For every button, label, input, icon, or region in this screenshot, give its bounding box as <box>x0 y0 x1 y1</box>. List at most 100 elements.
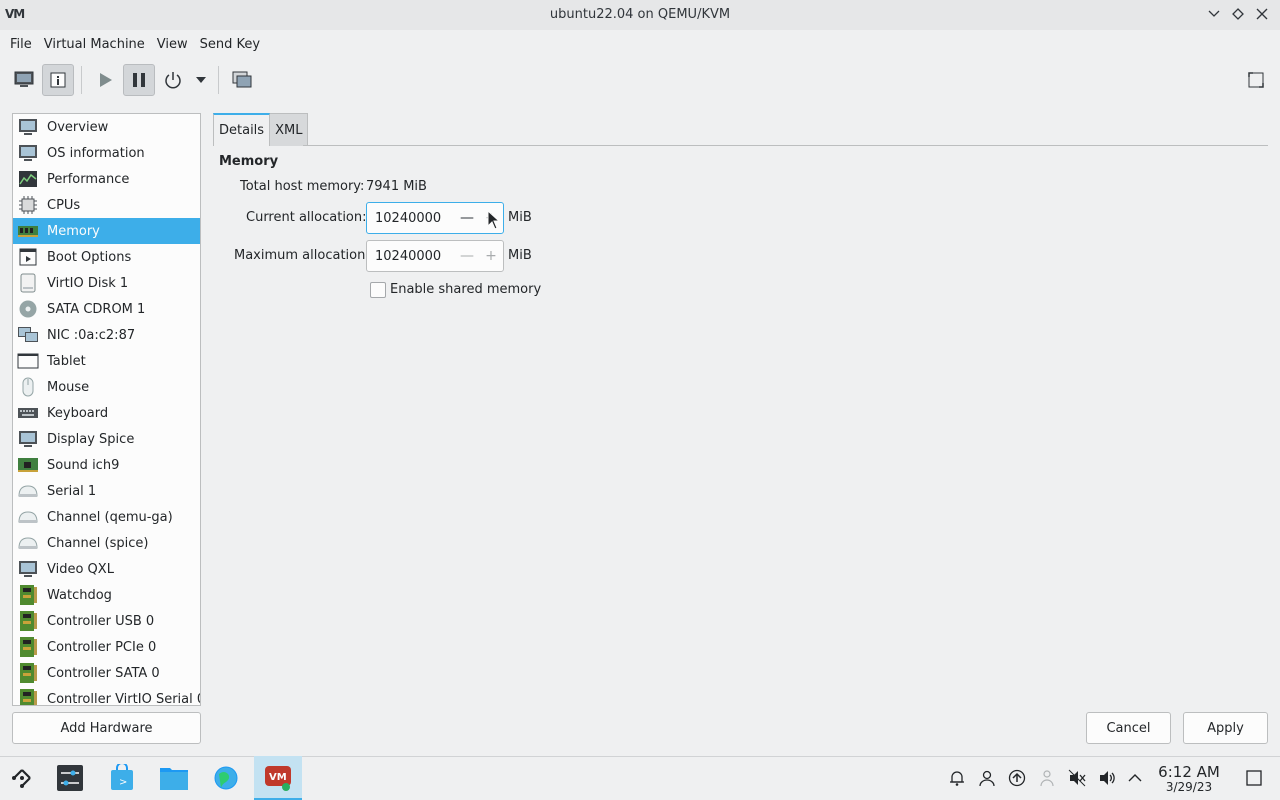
current-allocation-spinbox[interactable]: 10240000 — + <box>366 202 504 234</box>
monitor-icon[interactable] <box>8 64 40 96</box>
hardware-item[interactable]: Watchdog <box>13 582 200 608</box>
memory-icon <box>17 221 39 241</box>
cancel-button[interactable]: Cancel <box>1086 712 1171 744</box>
hardware-item[interactable]: Tablet <box>13 348 200 374</box>
hardware-item[interactable]: Memory <box>13 218 200 244</box>
serial-icon <box>17 481 39 501</box>
menu-view[interactable]: View <box>151 37 194 52</box>
hardware-item[interactable]: Controller SATA 0 <box>13 660 200 686</box>
shared-memory-label[interactable]: Enable shared memory <box>390 282 541 297</box>
channel-icon <box>17 507 39 527</box>
play-icon[interactable] <box>89 64 121 96</box>
card-icon <box>17 611 39 631</box>
tab-details[interactable]: Details <box>213 113 271 146</box>
close-icon[interactable] <box>1254 4 1270 24</box>
tab-xml[interactable]: XML <box>270 113 309 146</box>
hardware-item[interactable]: Mouse <box>13 374 200 400</box>
hardware-item-label: Boot Options <box>47 249 132 265</box>
hardware-item[interactable]: VirtIO Disk 1 <box>13 270 200 296</box>
card-icon <box>17 637 39 657</box>
svg-text:>: > <box>119 777 127 788</box>
shared-memory-checkbox[interactable] <box>370 282 386 298</box>
notifications-icon[interactable] <box>947 768 967 788</box>
hardware-item-label: Channel (qemu-ga) <box>47 509 173 525</box>
show-desktop-icon[interactable] <box>1244 768 1264 788</box>
menu-send-key[interactable]: Send Key <box>194 37 266 52</box>
current-allocation-input[interactable]: 10240000 <box>375 211 455 226</box>
network-icon[interactable] <box>1037 768 1057 788</box>
app-launcher-icon[interactable] <box>4 760 40 796</box>
hardware-list[interactable]: Overview OS information Performance CPUs Mem… <box>12 113 201 706</box>
hardware-item[interactable]: Keyboard <box>13 400 200 426</box>
tab-bar: Details XML <box>213 113 309 146</box>
info-icon[interactable] <box>42 64 74 96</box>
hardware-item[interactable]: Overview <box>13 114 200 140</box>
hardware-item-label: Performance <box>47 171 130 187</box>
window-title: ubuntu22.04 on QEMU/KVM <box>549 7 731 22</box>
mouse-icon <box>17 377 39 397</box>
hardware-item[interactable]: Display Spice <box>13 426 200 452</box>
hardware-item[interactable]: Controller USB 0 <box>13 608 200 634</box>
tablet-icon <box>17 351 39 371</box>
volume-icon[interactable] <box>1097 768 1117 788</box>
hardware-item[interactable]: Video QXL <box>13 556 200 582</box>
hardware-item[interactable]: Performance <box>13 166 200 192</box>
pause-icon[interactable] <box>123 64 155 96</box>
hardware-item-label: Serial 1 <box>47 483 97 499</box>
tray-expand-icon[interactable] <box>1125 768 1145 788</box>
clock-date[interactable]: 3/29/23 <box>1150 780 1228 794</box>
hardware-item-label: SATA CDROM 1 <box>47 301 146 317</box>
discover-icon[interactable]: > <box>104 760 140 796</box>
apply-button[interactable]: Apply <box>1183 712 1268 744</box>
dropdown-icon[interactable] <box>191 64 211 96</box>
hardware-item-label: Memory <box>47 223 100 239</box>
menu-bar: File Virtual Machine View Send Key <box>0 30 1280 58</box>
svg-text:VM: VM <box>269 772 287 783</box>
card-icon <box>17 689 39 705</box>
updates-icon[interactable] <box>1007 768 1027 788</box>
hardware-item-label: Video QXL <box>47 561 114 577</box>
hardware-item-label: Controller PCIe 0 <box>47 639 157 655</box>
hardware-item[interactable]: Serial 1 <box>13 478 200 504</box>
file-manager-icon[interactable] <box>156 760 192 796</box>
hardware-item[interactable]: SATA CDROM 1 <box>13 296 200 322</box>
browser-icon[interactable] <box>208 760 244 796</box>
max-allocation-spinbox[interactable]: 10240000 — + <box>366 240 504 272</box>
channel-icon <box>17 533 39 553</box>
decrement-icon[interactable]: — <box>455 210 479 226</box>
hardware-item[interactable]: Channel (spice) <box>13 530 200 556</box>
clock-time[interactable]: 6:12 AM <box>1150 763 1228 781</box>
hardware-item[interactable]: Controller PCIe 0 <box>13 634 200 660</box>
decrement-icon[interactable]: — <box>455 248 479 264</box>
hardware-item[interactable]: Boot Options <box>13 244 200 270</box>
mute-icon[interactable] <box>1067 768 1087 788</box>
hardware-item-label: VirtIO Disk 1 <box>47 275 129 291</box>
hardware-item[interactable]: Controller VirtIO Serial 0 <box>13 686 200 705</box>
hardware-item-label: Channel (spice) <box>47 535 149 551</box>
hardware-item[interactable]: Channel (qemu-ga) <box>13 504 200 530</box>
settings-icon[interactable] <box>52 760 88 796</box>
hardware-item-label: Keyboard <box>47 405 109 421</box>
card-icon <box>17 663 39 683</box>
current-allocation-label: Current allocation: <box>246 210 367 225</box>
power-icon[interactable] <box>157 64 189 96</box>
user-icon[interactable] <box>977 768 997 788</box>
minimize-icon[interactable] <box>1206 4 1222 24</box>
hardware-item[interactable]: CPUs <box>13 192 200 218</box>
keyboard-icon <box>17 403 39 423</box>
maximize-icon[interactable] <box>1230 4 1246 24</box>
hardware-item[interactable]: Sound ich9 <box>13 452 200 478</box>
increment-icon[interactable]: + <box>479 248 503 264</box>
menu-file[interactable]: File <box>4 37 38 52</box>
add-hardware-button[interactable]: Add Hardware <box>12 712 201 744</box>
total-memory-label: Total host memory: <box>240 179 365 194</box>
virt-manager-icon[interactable]: VM <box>254 756 302 800</box>
menu-virtual-machine[interactable]: Virtual Machine <box>38 37 151 52</box>
hardware-item-label: CPUs <box>47 197 81 213</box>
performance-icon <box>17 169 39 189</box>
max-allocation-input[interactable]: 10240000 <box>375 249 455 264</box>
snapshot-icon[interactable] <box>226 64 258 96</box>
hardware-item[interactable]: OS information <box>13 140 200 166</box>
hardware-item[interactable]: NIC :0a:c2:87 <box>13 322 200 348</box>
fullscreen-icon[interactable] <box>1244 68 1268 92</box>
